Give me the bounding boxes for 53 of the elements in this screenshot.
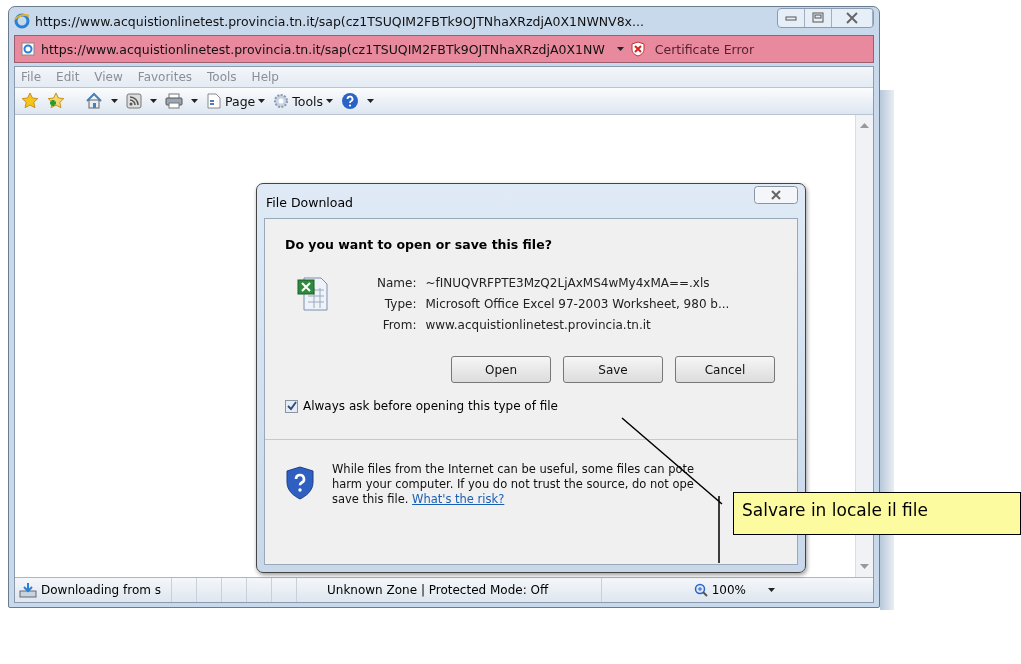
- dialog-question: Do you want to open or save this file?: [285, 237, 553, 252]
- shield-question-icon: [285, 466, 315, 500]
- caret-icon[interactable]: [367, 99, 375, 103]
- magnifier-icon: [693, 583, 708, 597]
- window-title: https://www.acquistionlinetest.provincia.tn.it/sap(cz1TSUQIM2FBTk9OJTNhaXRzdjA0X1NWNV8x...: [35, 13, 644, 29]
- checkmark-icon: [286, 401, 297, 411]
- page-icon: [21, 42, 35, 56]
- tools-menu-button[interactable]: Tools: [273, 93, 334, 109]
- field-label: Name:: [377, 276, 417, 290]
- printer-icon[interactable]: [165, 93, 183, 109]
- download-icon: [19, 582, 37, 598]
- field-value: www.acquistionlinetest.provincia.tn.it: [425, 318, 652, 332]
- caret-icon: [326, 99, 334, 103]
- star-plus-icon[interactable]: [47, 92, 65, 110]
- callout-note: Salvare in locale il file: [733, 492, 1021, 535]
- browser-logo-icon: [14, 13, 30, 29]
- field-label: From:: [381, 318, 417, 332]
- document-icon: [206, 93, 222, 109]
- help-icon[interactable]: [341, 92, 360, 110]
- warning-text: save this file.: [332, 492, 409, 506]
- caret-icon[interactable]: [616, 47, 624, 51]
- page-menu-button[interactable]: Page: [206, 93, 266, 109]
- status-text: Downloading from s: [41, 583, 161, 597]
- scroll-down-icon[interactable]: [860, 564, 869, 569]
- dialog-button[interactable]: Cancel: [675, 356, 775, 383]
- caret-icon[interactable]: [191, 99, 198, 103]
- caret-icon[interactable]: [768, 588, 775, 592]
- warning-text: harm your computer. If you do not trust the source, do not ope: [332, 477, 694, 491]
- spreadsheet-file-icon: [297, 276, 329, 312]
- caret-icon[interactable]: [150, 99, 157, 103]
- gear-icon: [273, 93, 290, 109]
- address-bar[interactable]: https://www.acquistionlinetest.provincia.tn.it/sap(cz1TSUQIM2FBTk9OJTNhaXRzdjA0X1NW Certificate Error: [14, 35, 874, 63]
- feed-icon[interactable]: [126, 93, 142, 109]
- close-icon[interactable]: [754, 186, 798, 204]
- zoom-button[interactable]: 100%: [602, 578, 750, 602]
- dialog-title: File Download: [266, 195, 354, 210]
- zone-text: Unknown Zone | Protected Mode: Off: [297, 578, 602, 602]
- caret-icon: [258, 99, 266, 103]
- field-value: ~fINUQVRFPTE3MzQ2LjAxMS4wMy4xMA==.xls: [425, 276, 711, 290]
- star-icon[interactable]: [21, 92, 39, 110]
- shield-icon: [629, 41, 646, 57]
- field-value: Microsoft Office Excel 97-2003 Worksheet, 980 b...: [425, 297, 730, 311]
- checkbox[interactable]: [285, 399, 298, 413]
- caret-icon[interactable]: [111, 99, 118, 103]
- certificate-error-text[interactable]: Certificate Error: [654, 41, 755, 57]
- checkbox-label[interactable]: Always ask before opening this type of file: [303, 399, 558, 413]
- home-icon[interactable]: [85, 92, 103, 110]
- address-text: https://www.acquistionlinetest.provincia.tn.it/sap(cz1TSUQIM2FBTk9OJTNhaXRzdjA0X1NW: [41, 41, 605, 57]
- dialog-button[interactable]: Save: [563, 356, 663, 383]
- field-label: Type:: [383, 297, 417, 311]
- dialog-button[interactable]: Open: [451, 356, 551, 383]
- risk-link[interactable]: What's the risk?: [412, 492, 505, 506]
- scroll-up-icon[interactable]: [860, 123, 869, 128]
